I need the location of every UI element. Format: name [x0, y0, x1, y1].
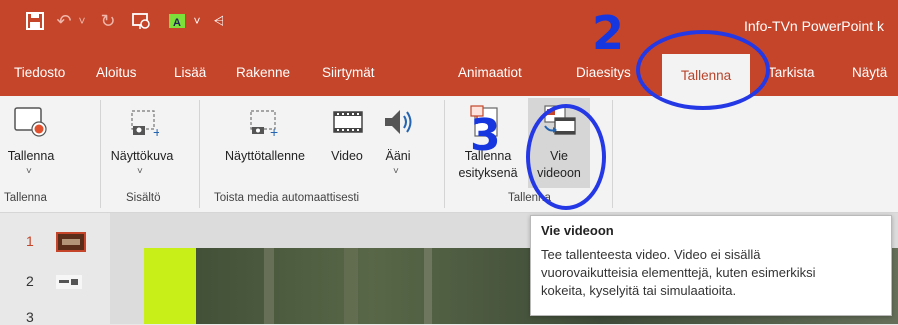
video-label: Video	[331, 149, 363, 163]
svg-text:+: +	[153, 124, 159, 138]
audio-button[interactable]: Ääni ˅	[374, 102, 422, 186]
slide-thumbnail-2[interactable]	[56, 275, 82, 289]
undo-dropdown-icon[interactable]: ˅	[76, 8, 88, 34]
screenshot-icon: +	[131, 110, 159, 138]
slide-background-image	[264, 248, 432, 324]
redo-icon[interactable]: ↻	[96, 8, 120, 34]
save-as-show-label-2: esityksenä	[458, 166, 518, 180]
record-icon	[14, 107, 47, 137]
tab-rakenne[interactable]: Rakenne	[236, 65, 290, 80]
svg-text:A: A	[173, 17, 181, 29]
audio-label: Ääni	[385, 149, 411, 163]
highlight-icon[interactable]: A	[166, 8, 188, 34]
tab-siirtymat[interactable]: Siirtymät	[322, 65, 375, 80]
tab-lisaa[interactable]: Lisää	[174, 65, 206, 80]
group-divider	[199, 100, 200, 208]
group-label-tallenna: Tallenna	[4, 192, 47, 204]
ribbon-panel: Tallenna ˅ + Näyttökuva ˅ + Näyttötallen…	[0, 96, 898, 213]
chevron-down-icon: ˅	[393, 166, 399, 177]
slide-thumbnail-1[interactable]	[56, 232, 86, 252]
film-icon	[333, 111, 363, 133]
tooltip-title: Vie videoon	[541, 223, 614, 238]
speaker-icon	[385, 110, 412, 134]
tab-diaesitys[interactable]: Diaesitys	[576, 65, 631, 80]
window-title: Info-TVn PowerPoint k	[744, 18, 885, 34]
annotation-step-2: 2	[592, 6, 625, 60]
customize-quick-access-icon[interactable]: ⩤	[212, 8, 226, 34]
record-label: Tallenna	[7, 149, 55, 163]
video-button[interactable]: Video	[322, 102, 372, 186]
undo-icon[interactable]: ↶	[54, 8, 74, 34]
screen-recording-icon: +	[250, 110, 278, 138]
tooltip: Vie videoon Tee tallenteesta video. Vide…	[530, 215, 892, 316]
annotation-step-3: 3	[470, 110, 501, 161]
annotation-ellipse-button	[526, 104, 606, 210]
tab-nayta[interactable]: Näytä	[852, 65, 887, 80]
title-bar: ↶ ˅ ↻ A ˅ ⩤ Info-TVn PowerPoint k	[0, 0, 898, 46]
slide-thumbnail-pane: 1 2 3	[0, 213, 110, 325]
tooltip-line: kokeita, kyselyitä tai simulaatioita.	[541, 283, 737, 298]
slide-number: 3	[26, 309, 34, 325]
tooltip-line: Tee tallenteesta video. Video ei sisällä	[541, 247, 761, 262]
group-label-sisalto: Sisältö	[126, 192, 161, 204]
chevron-down-icon: ˅	[137, 166, 143, 177]
save-icon[interactable]	[22, 8, 48, 34]
slide-accent-block	[144, 248, 196, 324]
screen-recording-label: Näyttötallenne	[225, 149, 305, 163]
screen-recording-button[interactable]: + Näyttötallenne	[210, 102, 320, 186]
tab-tarkista[interactable]: Tarkista	[768, 65, 815, 80]
group-divider	[444, 100, 445, 208]
svg-text:+: +	[270, 124, 278, 138]
tab-aloitus[interactable]: Aloitus	[96, 65, 137, 80]
chevron-down-icon: ˅	[26, 166, 32, 177]
tab-tiedosto[interactable]: Tiedosto	[14, 65, 65, 80]
slide-number: 1	[26, 233, 34, 249]
annotation-ellipse-tab	[636, 30, 770, 110]
slide-number: 2	[26, 273, 34, 289]
group-label-autoplay: Toista media automaattisesti	[214, 192, 360, 204]
tooltip-body: Tee tallenteesta video. Video ei sisällä…	[541, 246, 881, 300]
group-divider	[100, 100, 101, 208]
tooltip-line: vuorovaikutteisia elementtejä, kuten esi…	[541, 265, 816, 280]
screenshot-label: Näyttökuva	[110, 149, 174, 163]
present-from-start-icon[interactable]	[130, 8, 154, 34]
screenshot-button[interactable]: + Näyttökuva ˅	[105, 102, 179, 186]
record-button[interactable]: Tallenna ˅	[6, 102, 56, 186]
highlight-dropdown-icon[interactable]: ˅	[190, 8, 204, 34]
group-divider	[612, 100, 613, 208]
tab-animaatiot[interactable]: Animaatiot	[458, 65, 522, 80]
